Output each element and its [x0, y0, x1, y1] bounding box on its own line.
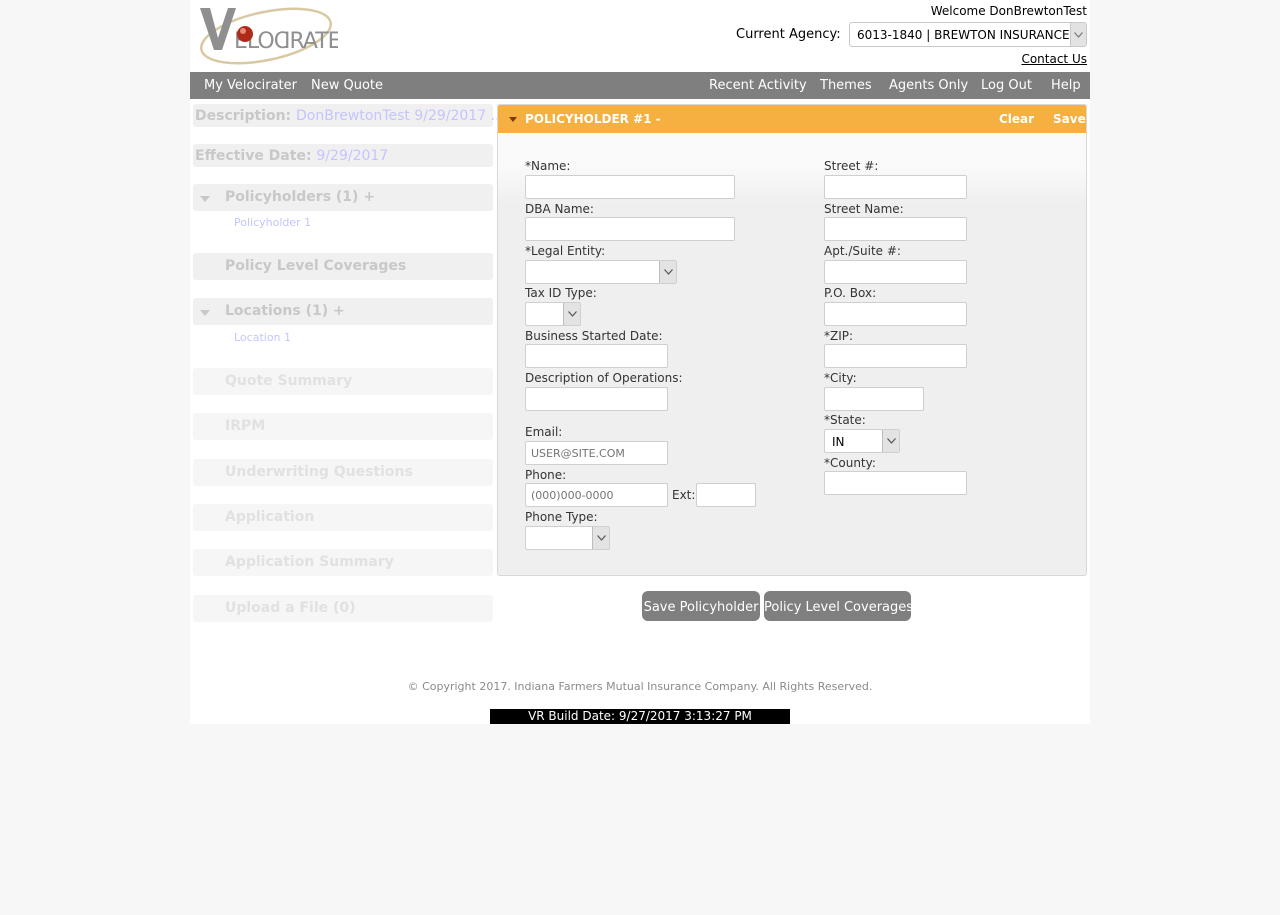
build-date: VR Build Date: 9/27/2017 3:13:27 PM	[490, 709, 790, 724]
expand-triangle-icon[interactable]	[200, 310, 210, 316]
description-label: Description:	[195, 108, 292, 124]
effective-date-label: Effective Date:	[195, 148, 312, 164]
dba-name-input[interactable]	[525, 217, 735, 241]
city-input[interactable]	[824, 387, 924, 411]
save-policyholder-button[interactable]: Save Policyholder	[642, 591, 760, 621]
email-input[interactable]	[525, 441, 668, 465]
sidebar-description[interactable]: Description: DonBrewtonTest 9/29/2017 ..…	[193, 104, 504, 127]
dba-name-label: DBA Name:	[525, 202, 594, 216]
sidebar-item-label: Locations (1) +	[225, 303, 345, 319]
sidebar-item-label: Quote Summary	[225, 373, 353, 389]
street-number-label: Street #:	[824, 159, 879, 173]
sidebar-item-application[interactable]: Application	[193, 504, 493, 531]
policy-level-coverages-button[interactable]: Policy Level Coverages	[764, 591, 913, 621]
phone-input[interactable]	[525, 483, 668, 507]
effective-date-value: 9/29/2017	[316, 148, 389, 164]
page-container: ELOC IRATER Welcome DonBrewtonTest Curre…	[190, 0, 1090, 724]
sidebar-item-locations[interactable]: Locations (1) +	[193, 298, 493, 325]
po-box-label: P.O. Box:	[824, 286, 877, 300]
sidebar-item-label: Upload a File (0)	[225, 600, 356, 616]
sidebar-item-quote-summary[interactable]: Quote Summary	[193, 368, 493, 395]
clear-button[interactable]: Clear	[999, 112, 1034, 126]
main-nav: My Velocirater New Quote Recent Activity…	[190, 72, 1090, 99]
description-value: DonBrewtonTest 9/29/2017 ...	[296, 108, 504, 124]
current-agency-value: 6013-1840 | BREWTON INSURANCE	[857, 28, 1070, 42]
collapse-triangle-icon[interactable]	[509, 117, 517, 122]
sidebar-item-application-summary[interactable]: Application Summary	[193, 549, 493, 576]
chevron-down-icon[interactable]	[659, 261, 676, 283]
zip-label: *ZIP:	[824, 329, 854, 343]
county-input[interactable]	[824, 471, 967, 495]
copyright-text: © Copyright 2017. Indiana Farmers Mutual…	[407, 680, 873, 693]
city-label: *City:	[824, 371, 857, 385]
street-name-label: Street Name:	[824, 202, 904, 216]
sidebar-item-label: Application Summary	[225, 554, 394, 570]
logo-graphic: ELOC IRATER	[199, 7, 357, 65]
county-label: *County:	[824, 456, 876, 470]
phone-label: Phone:	[525, 468, 567, 482]
sidebar-item-irpm[interactable]: IRPM	[193, 413, 493, 440]
street-name-input[interactable]	[824, 217, 967, 241]
svg-text:IRATER: IRATER	[284, 29, 338, 54]
phone-type-label: Phone Type:	[525, 510, 598, 524]
sidebar-item-policyholders[interactable]: Policyholders (1) +	[193, 184, 493, 211]
state-label: *State:	[824, 413, 866, 427]
nav-themes[interactable]: Themes	[820, 78, 872, 93]
contact-us-link[interactable]: Contact Us	[1021, 52, 1087, 66]
po-box-input[interactable]	[824, 302, 967, 326]
tax-id-type-label: Tax ID Type:	[525, 286, 597, 300]
chevron-down-icon[interactable]	[882, 430, 899, 452]
street-number-input[interactable]	[824, 175, 967, 199]
legal-entity-label: *Legal Entity:	[525, 244, 606, 258]
name-label: *Name:	[525, 159, 571, 173]
expand-triangle-icon[interactable]	[200, 196, 210, 202]
sidebar-effective-date[interactable]: Effective Date: 9/29/2017	[193, 144, 493, 167]
save-button[interactable]: Save	[1053, 112, 1086, 126]
sidebar-policyholder-1-link[interactable]: Policyholder 1	[234, 216, 311, 229]
chevron-down-icon[interactable]	[1070, 23, 1086, 46]
tax-id-type-select[interactable]	[525, 302, 581, 326]
sidebar-item-label: Application	[225, 509, 315, 525]
sidebar-item-label: Policyholders (1) +	[225, 189, 376, 205]
sidebar-item-underwriting-questions[interactable]: Underwriting Questions	[193, 459, 493, 486]
business-started-date-input[interactable]	[525, 344, 668, 368]
apt-suite-input[interactable]	[824, 260, 967, 284]
sidebar-item-label: Policy Level Coverages	[225, 258, 407, 274]
apt-suite-label: Apt./Suite #:	[824, 244, 901, 258]
phone-type-select[interactable]	[525, 526, 610, 550]
email-label: Email:	[525, 425, 563, 439]
nav-log-out[interactable]: Log Out	[981, 78, 1032, 93]
nav-recent-activity[interactable]: Recent Activity	[709, 78, 807, 93]
sidebar-item-label: Underwriting Questions	[225, 464, 413, 480]
policyholder-panel-header[interactable]: POLICYHOLDER #1 - Clear Save	[498, 105, 1086, 133]
velocirater-logo[interactable]: ELOC IRATER	[196, 0, 357, 70]
business-started-date-label: Business Started Date:	[525, 329, 663, 343]
nav-agents-only[interactable]: Agents Only	[889, 78, 968, 93]
state-select[interactable]: IN	[824, 429, 900, 453]
chevron-down-icon[interactable]	[592, 527, 609, 549]
name-input[interactable]	[525, 175, 735, 199]
nav-new-quote[interactable]: New Quote	[311, 78, 383, 93]
zip-input[interactable]	[824, 344, 967, 368]
description-of-operations-label: Description of Operations:	[525, 371, 683, 385]
sidebar-item-label: IRPM	[225, 418, 266, 434]
chevron-down-icon[interactable]	[563, 303, 580, 325]
nav-help[interactable]: Help	[1051, 78, 1081, 93]
welcome-text: Welcome DonBrewtonTest	[930, 4, 1087, 18]
nav-my-velocirater[interactable]: My Velocirater	[204, 78, 297, 93]
phone-ext-input[interactable]	[696, 483, 756, 507]
sidebar-location-1-link[interactable]: Location 1	[234, 331, 291, 344]
panel-title: POLICYHOLDER #1 -	[525, 112, 661, 126]
current-agency-label: Current Agency:	[736, 27, 841, 42]
description-of-operations-input[interactable]	[525, 387, 668, 411]
policyholder-panel: POLICYHOLDER #1 - Clear Save *Name: DBA …	[497, 104, 1087, 576]
ext-label: Ext:	[672, 488, 696, 502]
current-agency-select[interactable]: 6013-1840 | BREWTON INSURANCE	[849, 22, 1087, 47]
sidebar-item-policy-level-coverages[interactable]: Policy Level Coverages	[193, 253, 493, 280]
state-value: IN	[832, 435, 845, 449]
sidebar-item-upload-file[interactable]: Upload a File (0)	[193, 595, 493, 622]
legal-entity-select[interactable]	[525, 260, 677, 284]
